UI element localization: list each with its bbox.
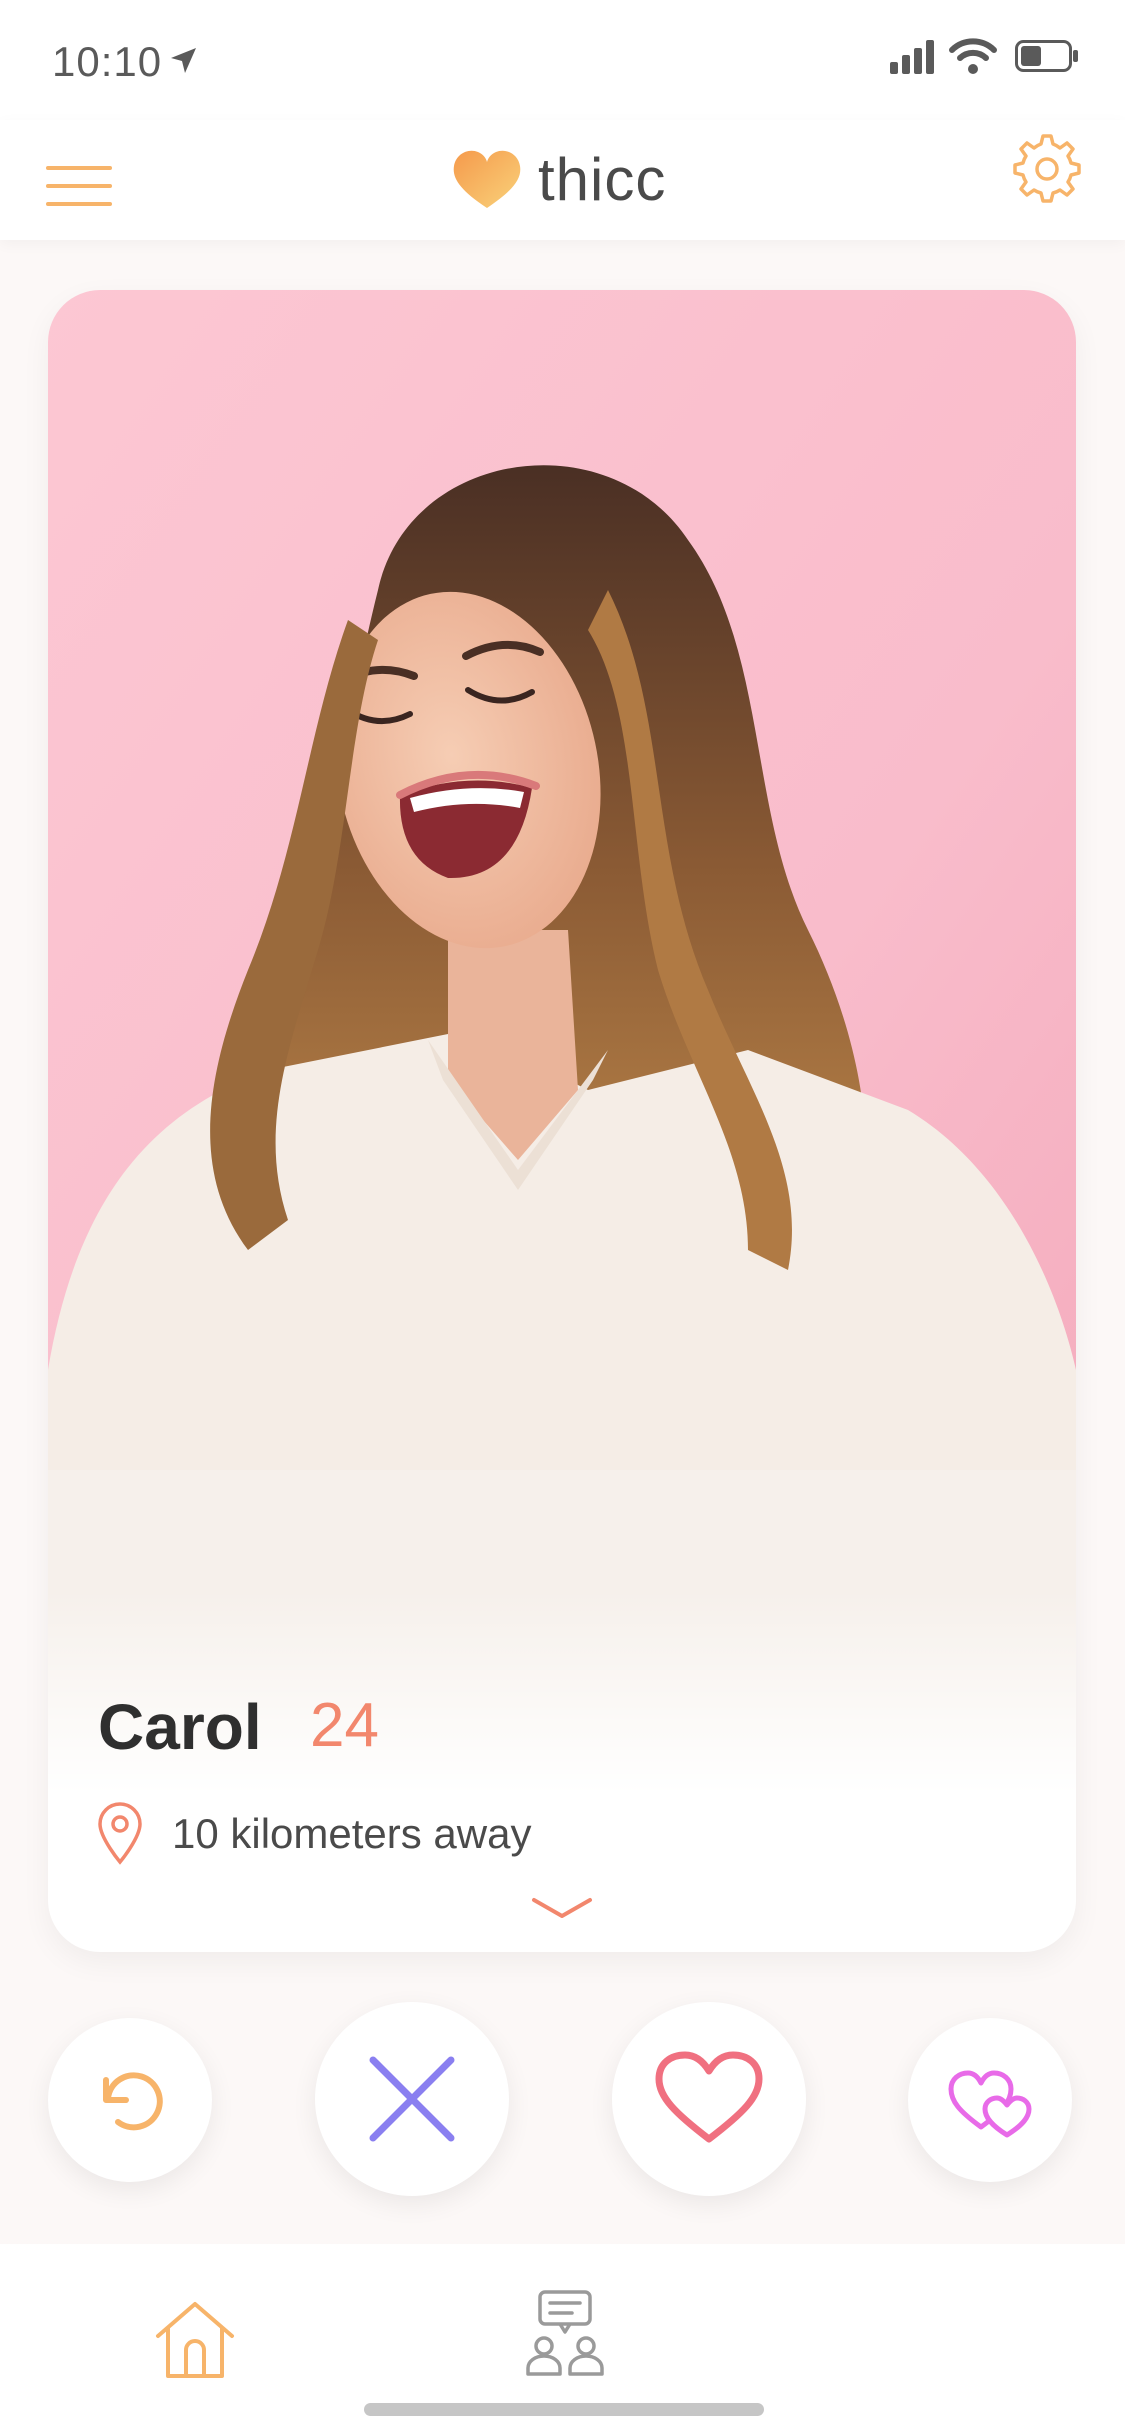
home-indicator xyxy=(364,2403,764,2416)
profile-age: 24 xyxy=(310,1691,379,1760)
distance-label: 10 kilometers away xyxy=(172,1810,532,1857)
undo-button[interactable] xyxy=(48,2018,212,2182)
profile-name: Carol xyxy=(98,1691,262,1763)
bottom-nav xyxy=(0,2244,1125,2436)
map-pin-icon xyxy=(98,1802,142,1865)
hamburger-menu-icon[interactable] xyxy=(46,142,116,212)
undo-icon xyxy=(103,2072,163,2131)
gear-icon[interactable] xyxy=(1012,134,1082,204)
heart-logo-icon xyxy=(453,150,521,208)
chevron-down-icon[interactable] xyxy=(530,1894,594,1924)
profile-photo xyxy=(48,290,1076,1790)
brand-name: thicc xyxy=(538,145,667,213)
home-icon[interactable] xyxy=(150,2294,240,2384)
screen: 10:10 thicc Carol 24 10 kilometers away xyxy=(0,0,1125,2436)
like-button[interactable] xyxy=(612,2002,806,2196)
battery-icon xyxy=(1015,40,1078,72)
wifi-icon xyxy=(949,38,997,74)
app-header: thicc xyxy=(0,120,1125,240)
profile-card[interactable]: Carol 24 10 kilometers away xyxy=(48,290,1076,1952)
status-time: 10:10 xyxy=(52,38,163,85)
cellular-signal-icon xyxy=(890,40,934,74)
close-icon xyxy=(369,2056,455,2142)
brand-logo: thicc xyxy=(452,134,666,224)
double-heart-icon xyxy=(948,2070,1032,2138)
heart-icon xyxy=(655,2051,763,2143)
nope-button[interactable] xyxy=(315,2002,509,2196)
location-arrow-icon xyxy=(171,48,196,73)
status-bar: 10:10 xyxy=(0,0,1125,120)
matches-chat-icon[interactable] xyxy=(520,2288,610,2378)
super-like-button[interactable] xyxy=(908,2018,1072,2182)
